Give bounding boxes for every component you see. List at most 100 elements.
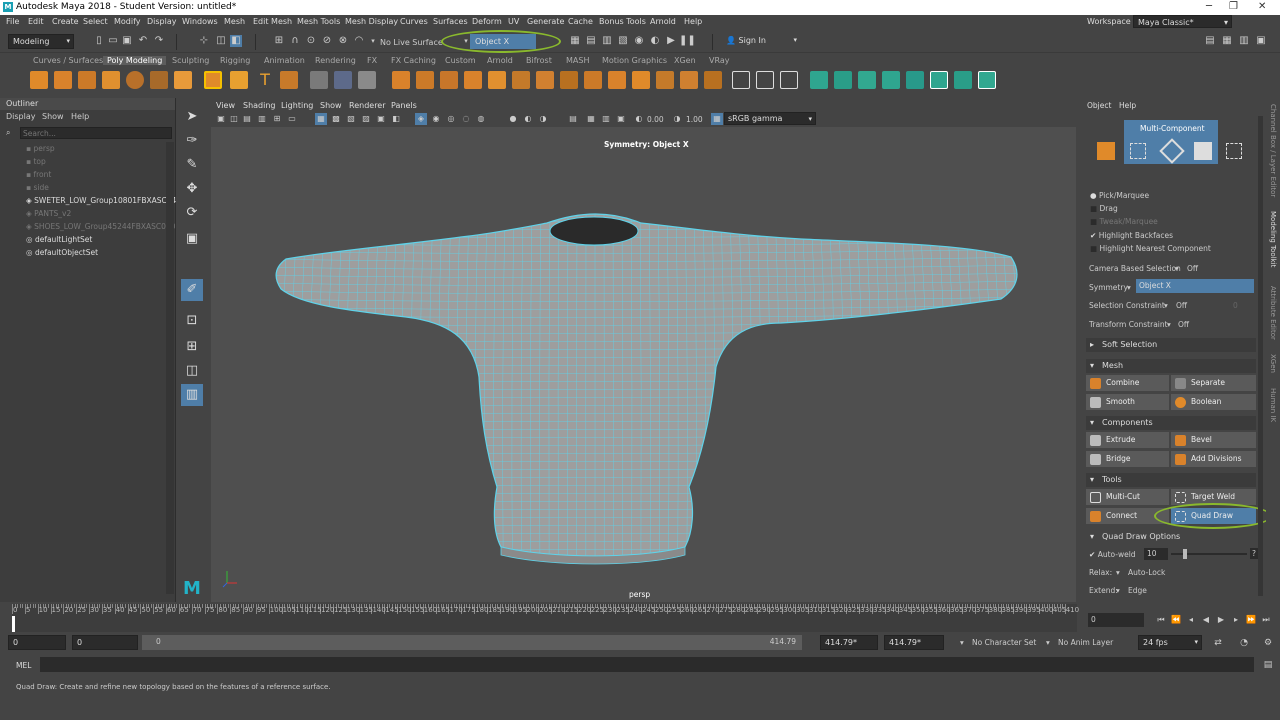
cut-faces-icon[interactable] <box>732 71 750 89</box>
gamma-icon[interactable]: ◑ <box>671 113 683 125</box>
save-scene-icon[interactable]: ▣ <box>121 35 133 47</box>
menu-cache[interactable]: Cache <box>568 17 593 26</box>
highlight-backfaces-checkbox[interactable]: ✔ Highlight Backfaces <box>1090 231 1173 240</box>
open-scene-icon[interactable]: ▭ <box>107 35 119 47</box>
menu-file[interactable]: File <box>6 17 19 26</box>
outliner-item-default-object-set[interactable]: ◎ defaultObjectSet <box>26 248 98 257</box>
menu-help[interactable]: Help <box>684 17 702 26</box>
outliner-menu-show[interactable]: Show <box>42 112 64 121</box>
symmetry-dropdown[interactable]: Object X <box>1136 279 1254 293</box>
gate-mask-icon[interactable]: ▦ <box>585 113 597 125</box>
uv-cut-icon[interactable] <box>906 71 924 89</box>
outliner-item-shoes[interactable]: ◈ SHOES_LOW_Group45244FBXASC040 <box>26 222 175 231</box>
extract-icon[interactable] <box>488 71 506 89</box>
svg-icon[interactable] <box>280 71 298 89</box>
camera-attributes-icon[interactable]: ◫ <box>228 113 240 125</box>
attribute-editor-icon[interactable]: ▦ <box>1221 35 1233 47</box>
render-view-icon[interactable]: ▤ <box>585 35 597 47</box>
mtk-menu-object[interactable]: Object <box>1087 101 1111 110</box>
menu-modify[interactable]: Modify <box>114 17 141 26</box>
render-settings-icon[interactable]: ▧ <box>617 35 629 47</box>
workspace-dropdown[interactable]: Maya Classic* ▾ <box>1133 15 1232 28</box>
menu-bonus-tools[interactable]: Bonus Tools <box>599 17 646 26</box>
select-hierarchy-icon[interactable]: ⊹ <box>198 35 210 47</box>
extrude-shelf-icon[interactable] <box>536 71 554 89</box>
combine-shelf-icon[interactable] <box>310 71 328 89</box>
play-forward-icon[interactable]: ▶ <box>1215 614 1227 626</box>
shelf-tab-animation[interactable]: Animation <box>264 56 305 65</box>
scale-tool-icon[interactable]: ▣ <box>181 228 203 250</box>
smooth-shade-icon[interactable]: ▩ <box>330 113 342 125</box>
snap-curve-icon[interactable]: ∩ <box>289 35 301 47</box>
shelf-tab-poly-modeling[interactable]: Poly Modeling <box>103 56 167 65</box>
camera-based-value[interactable]: Off <box>1187 264 1198 273</box>
command-input[interactable] <box>40 657 1254 672</box>
smooth-button[interactable]: Smooth <box>1086 394 1169 410</box>
grid-icon[interactable]: ⊞ <box>271 113 283 125</box>
add-divisions-button[interactable]: Add Divisions <box>1171 451 1256 467</box>
multi-cut-shelf-icon[interactable] <box>680 71 698 89</box>
uv-unfold-icon[interactable] <box>858 71 876 89</box>
tweak-marquee-option[interactable]: ■ Tweak/Marquee <box>1090 217 1158 226</box>
select-tool-icon[interactable]: ➤ <box>181 106 203 128</box>
menu-mesh[interactable]: Mesh <box>224 17 245 26</box>
minimize-button[interactable]: ─ <box>1206 1 1212 12</box>
scene-end-field[interactable]: 414.79* <box>884 635 944 650</box>
mtk-menu-help[interactable]: Help <box>1119 101 1136 110</box>
menu-edit-mesh[interactable]: Edit Mesh <box>253 17 292 26</box>
rotate-tool-icon[interactable]: ⟳ <box>181 202 203 224</box>
viewport-menu-view[interactable]: View <box>216 101 235 110</box>
bridge-button[interactable]: Bridge <box>1086 451 1169 467</box>
motion-blur-icon[interactable]: ● <box>507 113 519 125</box>
gamma-value[interactable]: 1.00 <box>686 115 703 124</box>
poly-cylinder-icon[interactable] <box>78 71 96 89</box>
separate-button[interactable]: Separate <box>1171 375 1256 391</box>
single-perspective-icon[interactable]: ⊡ <box>181 310 203 332</box>
shelf-tab-vray[interactable]: VRay <box>709 56 730 65</box>
render-frame-icon[interactable]: ▦ <box>569 35 581 47</box>
auto-key-icon[interactable]: ◔ <box>1238 637 1250 649</box>
slider-handle[interactable] <box>1183 549 1187 559</box>
modeling-toolkit-icon[interactable]: ▣ <box>1255 35 1267 47</box>
side-tab-attribute-editor[interactable]: Attribute Editor <box>1269 286 1277 340</box>
mirror-icon[interactable] <box>464 71 482 89</box>
boolean-intersect-icon[interactable] <box>440 71 458 89</box>
backface-icon[interactable]: ◌ <box>460 113 472 125</box>
uv-auto-icon[interactable] <box>834 71 852 89</box>
viewport-menu-lighting[interactable]: Lighting <box>281 101 313 110</box>
sweater-mesh[interactable] <box>211 127 1076 602</box>
outliner-search-input[interactable] <box>20 127 172 139</box>
anti-alias-icon[interactable]: ◐ <box>522 113 534 125</box>
shelf-tab-rendering[interactable]: Rendering <box>315 56 356 65</box>
poly-torus-icon[interactable] <box>126 71 144 89</box>
depth-of-field-icon[interactable]: ◑ <box>537 113 549 125</box>
extrude-button[interactable]: Extrude <box>1086 432 1169 448</box>
boolean-union-icon[interactable] <box>392 71 410 89</box>
combine-button[interactable]: Combine <box>1086 375 1169 391</box>
viewport-menu-show[interactable]: Show <box>320 101 342 110</box>
chevron-down-icon[interactable]: ▾ <box>1127 283 1131 292</box>
shadows-icon[interactable]: ◧ <box>390 113 402 125</box>
transform-constraint-value[interactable]: Off <box>1178 320 1189 329</box>
viewport-menu-panels[interactable]: Panels <box>391 101 417 110</box>
outliner-scrollbar[interactable] <box>166 142 174 594</box>
layout-icon[interactable]: ▥ <box>181 384 203 406</box>
flat-shade-icon[interactable]: ▧ <box>345 113 357 125</box>
menu-generate[interactable]: Generate <box>527 17 564 26</box>
ipr-render-icon[interactable]: ▥ <box>601 35 613 47</box>
close-button[interactable]: ✕ <box>1258 1 1266 12</box>
playback-start-field[interactable]: 0 <box>72 635 138 650</box>
uv-planar-icon[interactable] <box>810 71 828 89</box>
uv-editor-icon[interactable] <box>954 71 972 89</box>
outliner-item-front[interactable]: ▪ front <box>26 170 51 179</box>
uv-mode-icon[interactable] <box>1226 143 1242 159</box>
viewport-persp[interactable]: Symmetry: Object X persp <box>211 127 1076 602</box>
text-icon[interactable]: T <box>256 71 274 89</box>
fill-hole-icon[interactable] <box>584 71 602 89</box>
four-view-icon[interactable]: ⊞ <box>181 336 203 358</box>
loop-icon[interactable]: ⇄ <box>1212 637 1224 649</box>
menu-set-dropdown[interactable]: Modeling ▾ <box>8 34 74 49</box>
quad-draw-tool-icon[interactable]: ✐ <box>181 279 203 301</box>
snap-grid-icon[interactable]: ⊞ <box>273 35 285 47</box>
chevron-down-icon[interactable]: ▾ <box>1046 638 1050 647</box>
